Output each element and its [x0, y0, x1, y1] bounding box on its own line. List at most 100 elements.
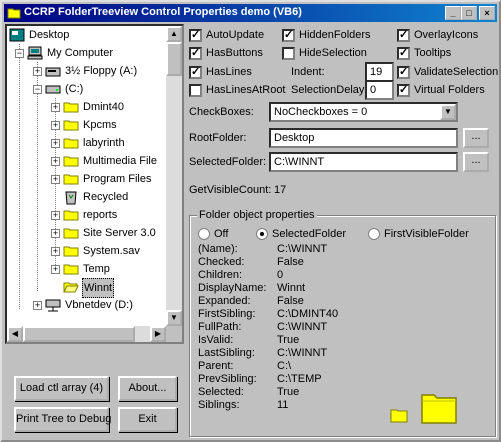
- app-window: CCRP FolderTreeview Control Properties d…: [0, 0, 501, 442]
- scroll-thumb[interactable]: [23, 326, 135, 342]
- scroll-down-icon[interactable]: ▼: [166, 310, 182, 326]
- folder-icon: [63, 228, 79, 239]
- large-folder-icon: [421, 394, 457, 424]
- maximize-button[interactable]: □: [461, 6, 477, 20]
- check-icon: ✓: [397, 47, 410, 60]
- prop-name: Expanded:: [198, 295, 251, 307]
- expand-icon[interactable]: +: [51, 211, 60, 220]
- check-icon: ✓: [189, 47, 202, 60]
- prop-value: False: [277, 256, 304, 268]
- prop-name: DisplayName:: [198, 282, 267, 294]
- check-icon: ✓: [189, 66, 202, 79]
- load-ctl-array-button[interactable]: Load ctl array (4): [14, 376, 109, 401]
- tree-horizontal-scrollbar[interactable]: ◀ ▶: [7, 326, 166, 342]
- prop-value: C:\WINNT: [277, 347, 328, 359]
- expand-icon[interactable]: +: [51, 103, 60, 112]
- tree-line: [37, 62, 38, 291]
- folder-icon: [63, 138, 79, 149]
- prop-value: C:\TEMP: [277, 373, 322, 385]
- prop-name: Selected:: [198, 386, 244, 398]
- prop-name: FirstSibling:: [198, 308, 256, 320]
- prop-value: Winnt: [277, 282, 306, 294]
- recycle-icon: [65, 191, 77, 205]
- folder-properties-title: Folder object properties: [197, 207, 317, 223]
- scroll-up-icon[interactable]: ▲: [166, 26, 182, 42]
- prop-value: C:\DMINT40: [277, 308, 339, 320]
- folder-icon: [63, 264, 79, 275]
- folder-icon: [63, 120, 79, 131]
- scroll-left-icon[interactable]: ◀: [7, 326, 23, 342]
- netdrive-icon: [45, 299, 61, 312]
- prop-name: Children:: [198, 269, 243, 281]
- expand-icon[interactable]: +: [33, 301, 42, 310]
- check-icon: ✓: [397, 29, 410, 42]
- prop-value: C:\WINNT: [277, 321, 328, 333]
- prop-name: IsValid:: [198, 334, 234, 346]
- visible-count-label: GetVisibleCount:: [189, 184, 272, 196]
- about-button[interactable]: About...: [118, 376, 177, 401]
- selected-folder-input[interactable]: C:\WINNT: [269, 152, 458, 172]
- root-folder-input[interactable]: Desktop: [269, 128, 458, 148]
- small-folder-icon: [390, 409, 408, 423]
- folder-icon: [63, 246, 79, 257]
- prop-value: C:\: [277, 360, 292, 372]
- tree-line: [19, 44, 20, 309]
- indent-label: Indent:: [291, 66, 325, 78]
- prop-name: PrevSibling:: [198, 373, 257, 385]
- chevron-down-icon[interactable]: ▼: [440, 104, 456, 120]
- check-icon: ✓: [397, 66, 410, 79]
- prop-value: 11: [277, 399, 289, 411]
- browse-selected-button[interactable]: ...: [463, 152, 489, 172]
- close-button[interactable]: ×: [479, 6, 495, 20]
- prop-value: C:\WINNT: [277, 243, 328, 255]
- scroll-right-icon[interactable]: ▶: [150, 326, 166, 342]
- browse-root-button[interactable]: ...: [463, 128, 489, 148]
- folder-treeview[interactable]: Desktop − My Computer + 3½ Floppy (A:) −…: [5, 24, 184, 344]
- expand-icon[interactable]: +: [51, 265, 60, 274]
- selection-delay-label: SelectionDelay:: [291, 84, 368, 96]
- selection-delay-input[interactable]: 0: [365, 80, 394, 100]
- desktop-icon: [9, 28, 25, 42]
- root-folder-label: RootFolder:: [189, 132, 247, 144]
- expand-icon[interactable]: +: [51, 157, 60, 166]
- title-bar[interactable]: CCRP FolderTreeview Control Properties d…: [4, 4, 497, 22]
- prop-value: 0: [277, 269, 284, 281]
- expand-icon[interactable]: +: [51, 247, 60, 256]
- folder-icon: [63, 210, 79, 221]
- prop-name: LastSibling:: [198, 347, 255, 359]
- check-icon: ✓: [397, 84, 410, 97]
- collapse-icon[interactable]: −: [33, 85, 42, 94]
- app-folder-icon: [7, 8, 21, 19]
- floppy-icon: [45, 67, 61, 77]
- prop-value: True: [277, 334, 300, 346]
- prop-name: Checked:: [198, 256, 245, 268]
- expand-icon[interactable]: +: [51, 229, 60, 238]
- expand-icon[interactable]: +: [51, 175, 60, 184]
- scroll-corner: [166, 326, 182, 342]
- visible-count-value: 17: [274, 184, 287, 196]
- minimize-button[interactable]: _: [445, 6, 461, 20]
- collapse-icon[interactable]: −: [15, 49, 24, 58]
- expand-icon[interactable]: +: [33, 67, 42, 76]
- drive-icon: [45, 85, 61, 94]
- tree-vertical-scrollbar[interactable]: ▲ ▼: [166, 26, 182, 326]
- prop-name: FullPath:: [198, 321, 242, 333]
- prop-value: False: [277, 295, 304, 307]
- exit-button[interactable]: Exit: [118, 407, 177, 432]
- print-tree-button[interactable]: Print Tree to Debug: [14, 407, 111, 432]
- expand-icon[interactable]: +: [51, 139, 60, 148]
- prop-name: (Name):: [198, 243, 238, 255]
- scroll-thumb[interactable]: [166, 42, 182, 76]
- folder-icon: [63, 156, 79, 167]
- expand-icon[interactable]: +: [51, 121, 60, 130]
- folder-icon: [63, 102, 79, 113]
- selected-folder-label: SelectedFolder:: [189, 156, 267, 168]
- folder-open-icon: [63, 282, 79, 293]
- window-title: CCRP FolderTreeview Control Properties d…: [24, 6, 302, 18]
- checkboxes-label: CheckBoxes:: [189, 106, 254, 118]
- indent-input[interactable]: 19: [365, 62, 394, 82]
- prop-name: Parent:: [198, 360, 234, 372]
- prop-value: True: [277, 386, 300, 398]
- check-icon: ✓: [282, 29, 295, 42]
- checkboxes-combo[interactable]: NoCheckboxes = 0 ▼: [269, 102, 458, 122]
